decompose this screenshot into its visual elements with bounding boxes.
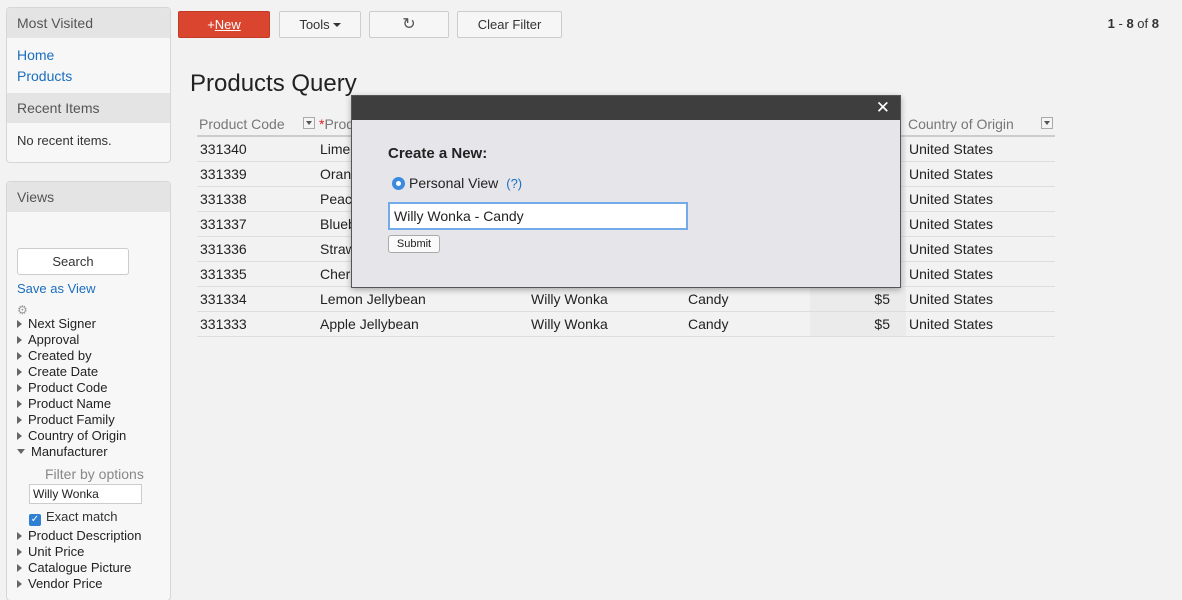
expand-arrow-icon bbox=[17, 368, 22, 376]
country-cell: United States bbox=[906, 286, 1055, 312]
table-row[interactable]: 331333 Apple Jellybean Willy Wonka Candy $5 U… bbox=[197, 311, 1055, 337]
search-button[interactable]: Search bbox=[17, 248, 129, 275]
filter-options-title: Filter by options bbox=[45, 466, 144, 482]
help-link[interactable]: (?) bbox=[506, 176, 522, 191]
tree-item-catalogue-picture[interactable]: Catalogue Picture bbox=[17, 560, 170, 576]
tree-item-approval[interactable]: Approval bbox=[17, 332, 170, 348]
product-name-cell: Lemon Jellybean bbox=[317, 286, 528, 312]
expand-arrow-icon bbox=[17, 336, 22, 344]
column-menu-icon[interactable] bbox=[1041, 117, 1053, 129]
tree-item-create-date[interactable]: Create Date bbox=[17, 364, 170, 380]
sidebar: Most Visited Home Products Recent Items … bbox=[6, 7, 171, 173]
product-code-cell: 331339 bbox=[197, 161, 317, 187]
table-row[interactable]: 331334 Lemon Jellybean Willy Wonka Candy $5 U… bbox=[197, 286, 1055, 312]
collapse-arrow-icon bbox=[17, 449, 25, 454]
expand-arrow-icon bbox=[17, 548, 22, 556]
country-cell: United States bbox=[906, 236, 1055, 262]
price-cell: $5 bbox=[810, 311, 906, 337]
country-cell: United States bbox=[906, 186, 1055, 212]
product-code-cell: 331340 bbox=[197, 136, 317, 162]
expand-arrow-icon bbox=[17, 400, 22, 408]
tree-item-created-by[interactable]: Created by bbox=[17, 348, 170, 364]
product-code-cell: 331335 bbox=[197, 261, 317, 287]
tree-item-country-of-origin[interactable]: Country of Origin bbox=[17, 428, 170, 444]
gear-icon[interactable]: ⚙ bbox=[7, 296, 170, 317]
exact-match-label: Exact match bbox=[46, 509, 118, 524]
product-name-cell: Apple Jellybean bbox=[317, 311, 528, 337]
tree-item-product-code[interactable]: Product Code bbox=[17, 380, 170, 396]
exact-match-checkbox[interactable]: ✓ bbox=[29, 514, 41, 526]
family-cell: Candy bbox=[685, 311, 810, 337]
personal-view-option[interactable]: Personal View (?) bbox=[392, 175, 522, 191]
expand-arrow-icon bbox=[17, 564, 22, 572]
sidebar-link-products[interactable]: Products bbox=[7, 66, 170, 87]
dialog-heading: Create a New: bbox=[388, 145, 488, 162]
expand-arrow-icon bbox=[17, 320, 22, 328]
family-cell: Candy bbox=[685, 286, 810, 312]
recent-items-title: Recent Items bbox=[7, 93, 170, 123]
recent-items-empty: No recent items. bbox=[17, 133, 112, 148]
country-cell: United States bbox=[906, 161, 1055, 187]
close-icon[interactable]: ✕ bbox=[876, 98, 890, 118]
expand-arrow-icon bbox=[17, 580, 22, 588]
product-code-cell: 331338 bbox=[197, 186, 317, 212]
col-header-product-code[interactable]: Product Code bbox=[197, 113, 317, 137]
manufacturer-cell: Willy Wonka bbox=[528, 311, 685, 337]
expand-arrow-icon bbox=[17, 532, 22, 540]
product-code-cell: 331337 bbox=[197, 211, 317, 237]
expand-arrow-icon bbox=[17, 432, 22, 440]
tree-item-vendor-price[interactable]: Vendor Price bbox=[17, 576, 170, 592]
manufacturer-cell: Willy Wonka bbox=[528, 286, 685, 312]
personal-view-radio[interactable] bbox=[392, 177, 405, 190]
tree-item-product-description[interactable]: Product Description bbox=[17, 528, 170, 544]
submit-button[interactable]: Submit bbox=[388, 235, 440, 253]
create-view-dialog: ✕ Create a New: Personal View (?) Submit bbox=[351, 95, 901, 288]
most-visited-title: Most Visited bbox=[7, 8, 170, 38]
refresh-button[interactable]: ↻ bbox=[369, 11, 449, 38]
tools-button[interactable]: Tools bbox=[279, 11, 361, 38]
product-code-cell: 331333 bbox=[197, 311, 317, 337]
product-code-cell: 331334 bbox=[197, 286, 317, 312]
product-code-cell: 331336 bbox=[197, 236, 317, 262]
country-cell: United States bbox=[906, 261, 1055, 287]
tree-item-next-signer[interactable]: Next Signer bbox=[17, 316, 170, 332]
country-cell: United States bbox=[906, 136, 1055, 162]
tree-item-manufacturer[interactable]: Manufacturer bbox=[17, 444, 170, 460]
field-tree-lower: Product Description Unit Price Catalogue… bbox=[7, 528, 170, 592]
expand-arrow-icon bbox=[17, 416, 22, 424]
most-visited-panel: Most Visited Home Products Recent Items … bbox=[6, 7, 171, 163]
manufacturer-filter-input[interactable] bbox=[29, 484, 142, 504]
views-title: Views bbox=[7, 182, 170, 212]
page-title: Products Query bbox=[190, 70, 357, 97]
price-cell: $5 bbox=[810, 286, 906, 312]
country-cell: United States bbox=[906, 311, 1055, 337]
column-menu-icon[interactable] bbox=[303, 117, 315, 129]
col-header-country[interactable]: Country of Origin bbox=[906, 113, 1055, 137]
tree-item-product-name[interactable]: Product Name bbox=[17, 396, 170, 412]
personal-view-label: Personal View bbox=[409, 175, 499, 191]
dialog-title-bar: ✕ bbox=[352, 96, 900, 120]
clear-filter-button[interactable]: Clear Filter bbox=[457, 11, 562, 38]
sidebar-link-home[interactable]: Home bbox=[7, 45, 170, 66]
field-tree: Next Signer Approval Created by Create D… bbox=[7, 316, 170, 460]
pager: 1 - 8 of 8 bbox=[1107, 16, 1159, 31]
new-button[interactable]: +New bbox=[178, 11, 270, 38]
view-name-input[interactable] bbox=[388, 202, 688, 230]
tree-item-unit-price[interactable]: Unit Price bbox=[17, 544, 170, 560]
exact-match-row[interactable]: ✓ Exact match bbox=[7, 504, 170, 528]
expand-arrow-icon bbox=[17, 384, 22, 392]
caret-down-icon bbox=[332, 23, 341, 27]
views-panel: Views Search Save as View ⚙ Next Signer … bbox=[6, 181, 171, 600]
refresh-icon: ↻ bbox=[402, 16, 416, 33]
country-cell: United States bbox=[906, 211, 1055, 237]
tree-item-product-family[interactable]: Product Family bbox=[17, 412, 170, 428]
save-as-view-link[interactable]: Save as View bbox=[7, 275, 170, 296]
expand-arrow-icon bbox=[17, 352, 22, 360]
